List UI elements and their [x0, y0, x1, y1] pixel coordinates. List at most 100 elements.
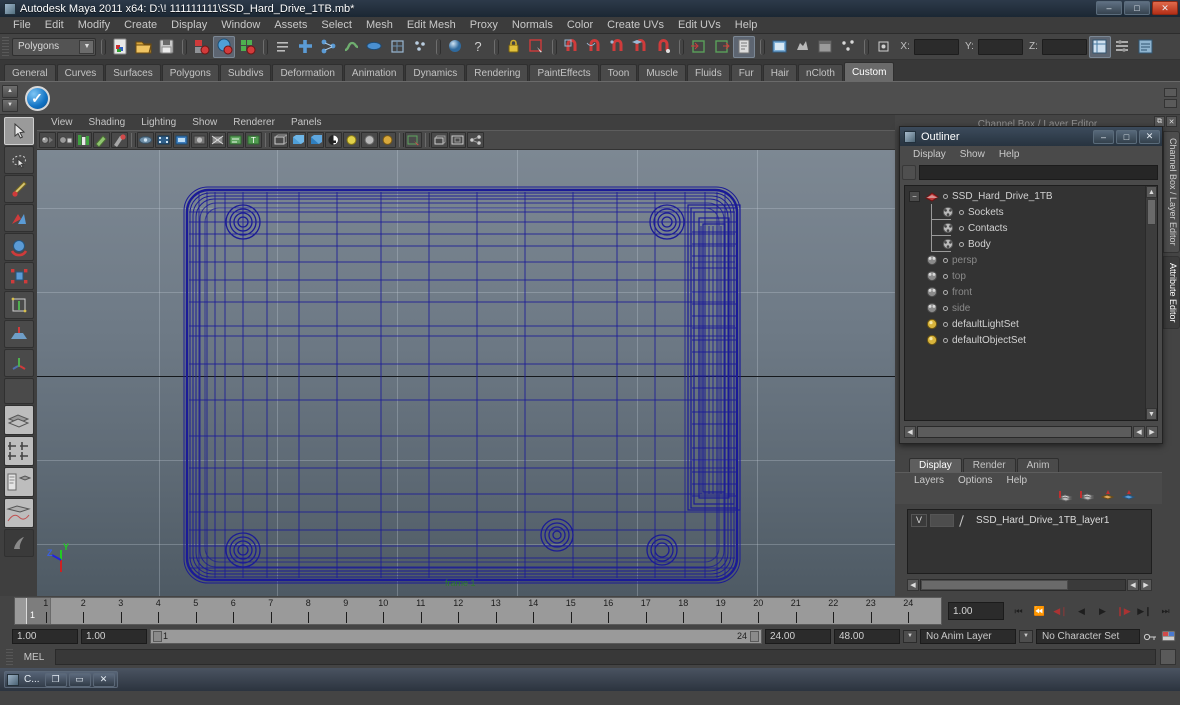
scroll-left-icon[interactable]: ◀: [904, 426, 916, 438]
menu-item-color[interactable]: Color: [560, 17, 600, 33]
layout-outliner-persp-button[interactable]: [3, 467, 34, 497]
scroll-left-icon[interactable]: ◀: [907, 579, 919, 591]
outliner-tree[interactable]: − SSD_Hard_Drive_1TB Sockets Contacts Body pe…: [904, 185, 1158, 421]
coord-x-field[interactable]: [913, 38, 959, 55]
new-layer-icon[interactable]: [1058, 489, 1073, 502]
ipr-render-icon[interactable]: [791, 36, 813, 58]
show-channel-box-icon[interactable]: [1088, 35, 1111, 58]
outliner-titlebar[interactable]: Outliner – □ ✕: [900, 127, 1162, 146]
use-all-lights-icon[interactable]: [361, 132, 378, 148]
scroll-left-icon-2[interactable]: ◀: [1127, 579, 1139, 591]
shelf-tab-muscle[interactable]: Muscle: [638, 64, 687, 81]
ssd-hard-drive-wireframe[interactable]: [37, 150, 882, 596]
camera-attributes-icon[interactable]: [75, 132, 92, 148]
menu-item-edit-mesh[interactable]: Edit Mesh: [400, 17, 463, 33]
range-start-field[interactable]: 1.00: [81, 628, 147, 644]
lock-icon[interactable]: [502, 36, 524, 58]
outliner-item-body[interactable]: Body: [905, 236, 1144, 252]
menu-item-modify[interactable]: Modify: [71, 17, 117, 33]
shelf-item-blue-check[interactable]: ✓: [22, 83, 52, 113]
shelf-overflow-handle[interactable]: [1164, 88, 1177, 108]
shelf-tab-surfaces[interactable]: Surfaces: [105, 64, 161, 81]
scrollbar-thumb[interactable]: [1147, 199, 1156, 225]
menu-item-edit-uvs[interactable]: Edit UVs: [671, 17, 728, 33]
outliner-menu-display[interactable]: Display: [906, 149, 953, 160]
go-to-end-button[interactable]: ⏭: [1157, 603, 1174, 620]
menu-item-mesh[interactable]: Mesh: [359, 17, 400, 33]
shelf-tab-toon[interactable]: Toon: [599, 64, 638, 81]
layer-horizontal-scrollbar[interactable]: ◀ ◀ ▶: [907, 578, 1152, 592]
anim-layer-chevron-icon[interactable]: ▼: [1019, 629, 1033, 643]
step-forward-keyframe-button[interactable]: ▶❙: [1136, 603, 1153, 620]
shelf-tab-ncloth[interactable]: nCloth: [798, 64, 843, 81]
shelf-tab-dynamics[interactable]: Dynamics: [405, 64, 466, 81]
layer-membership-icon[interactable]: [1121, 489, 1136, 502]
selection-mode-dropdown[interactable]: Polygons ▼: [12, 37, 97, 56]
layer-list[interactable]: V SSD_Hard_Drive_1TB_layer1: [907, 509, 1152, 574]
outliner-minimize-button[interactable]: –: [1093, 129, 1114, 144]
expander-collapse-icon[interactable]: −: [909, 190, 920, 202]
show-tool-settings-icon[interactable]: [1135, 36, 1157, 58]
paint-select-icon[interactable]: [409, 36, 431, 58]
shadows-icon[interactable]: [379, 132, 396, 148]
coord-z-field[interactable]: [1041, 38, 1087, 55]
menu-item-create[interactable]: Create: [117, 17, 164, 33]
soft-select-button[interactable]: [3, 320, 34, 348]
taskbar-maximize-button[interactable]: ▭: [68, 672, 91, 687]
list-icon[interactable]: [271, 36, 293, 58]
menu-item-create-uvs[interactable]: Create UVs: [600, 17, 671, 33]
statusline-grip[interactable]: [2, 36, 9, 57]
layer-menu-help[interactable]: Help: [999, 475, 1034, 486]
viewport-menu-shading[interactable]: Shading: [81, 116, 134, 130]
vertical-tab-channel-box-layer-editor[interactable]: Channel Box / Layer Editor: [1163, 131, 1180, 253]
outliner-vertical-scrollbar[interactable]: ▲ ▼: [1145, 186, 1157, 420]
move-tool-button[interactable]: [3, 204, 34, 232]
shelf-tab-subdivs[interactable]: Subdivs: [219, 64, 272, 81]
input-connections-icon[interactable]: [687, 36, 709, 58]
output-connections-icon[interactable]: [710, 36, 732, 58]
range-start-handle[interactable]: [153, 630, 162, 642]
xray-icon[interactable]: [405, 132, 422, 148]
outliner-item-contacts[interactable]: Contacts: [905, 220, 1144, 236]
shelf-tab-hair[interactable]: Hair: [762, 64, 798, 81]
use-default-light-icon[interactable]: [343, 132, 360, 148]
undo-icon[interactable]: [190, 36, 212, 58]
shelf-tab-deformation[interactable]: Deformation: [272, 64, 343, 81]
scroll-down-icon[interactable]: ▼: [1146, 408, 1157, 420]
window-close-button[interactable]: ✕: [1152, 1, 1178, 15]
share-view-icon[interactable]: [467, 132, 484, 148]
anim-end-field[interactable]: 48.00: [834, 628, 900, 644]
current-frame-field[interactable]: 1.00: [948, 602, 1004, 620]
anim-start-field[interactable]: 1.00: [12, 628, 78, 644]
shade-all-icon[interactable]: [307, 132, 324, 148]
open-scene-icon[interactable]: [132, 36, 154, 58]
smooth-preview-icon[interactable]: [431, 132, 448, 148]
field-chart-icon[interactable]: [191, 132, 208, 148]
shelf-scroll-down-icon[interactable]: ▼: [2, 98, 18, 112]
highlight-selection-icon[interactable]: [525, 36, 547, 58]
select-camera-icon[interactable]: [39, 132, 56, 148]
snap-to-view-icon[interactable]: [652, 36, 674, 58]
outliner-menu-help[interactable]: Help: [992, 149, 1027, 160]
render-sphere-icon[interactable]: [444, 36, 466, 58]
hierarchy-add-icon[interactable]: [294, 36, 316, 58]
shelf-tab-custom[interactable]: Custom: [843, 62, 895, 81]
outliner-item-front[interactable]: front: [905, 284, 1144, 300]
command-line-grip[interactable]: [6, 649, 13, 665]
layout-single-perspective-button[interactable]: [3, 405, 34, 435]
menu-item-file[interactable]: File: [6, 17, 38, 33]
hypershade-icon[interactable]: [837, 36, 859, 58]
redo-icon[interactable]: [213, 35, 236, 58]
outliner-item-defaultlightset[interactable]: defaultLightSet: [905, 316, 1144, 332]
play-forwards-button[interactable]: ▶: [1094, 603, 1111, 620]
render-settings-icon[interactable]: [814, 36, 836, 58]
window-maximize-button[interactable]: □: [1124, 1, 1150, 15]
layer-menu-layers[interactable]: Layers: [907, 475, 951, 486]
isolate-select-icon[interactable]: [449, 132, 466, 148]
menu-item-assets[interactable]: Assets: [267, 17, 314, 33]
snap-to-point-icon[interactable]: [606, 36, 628, 58]
step-back-frame-button[interactable]: ◀❘: [1052, 603, 1069, 620]
show-hud-icon[interactable]: [227, 132, 244, 148]
menu-item-window[interactable]: Window: [214, 17, 267, 33]
shelf-tab-painteffects[interactable]: PaintEffects: [529, 64, 599, 81]
